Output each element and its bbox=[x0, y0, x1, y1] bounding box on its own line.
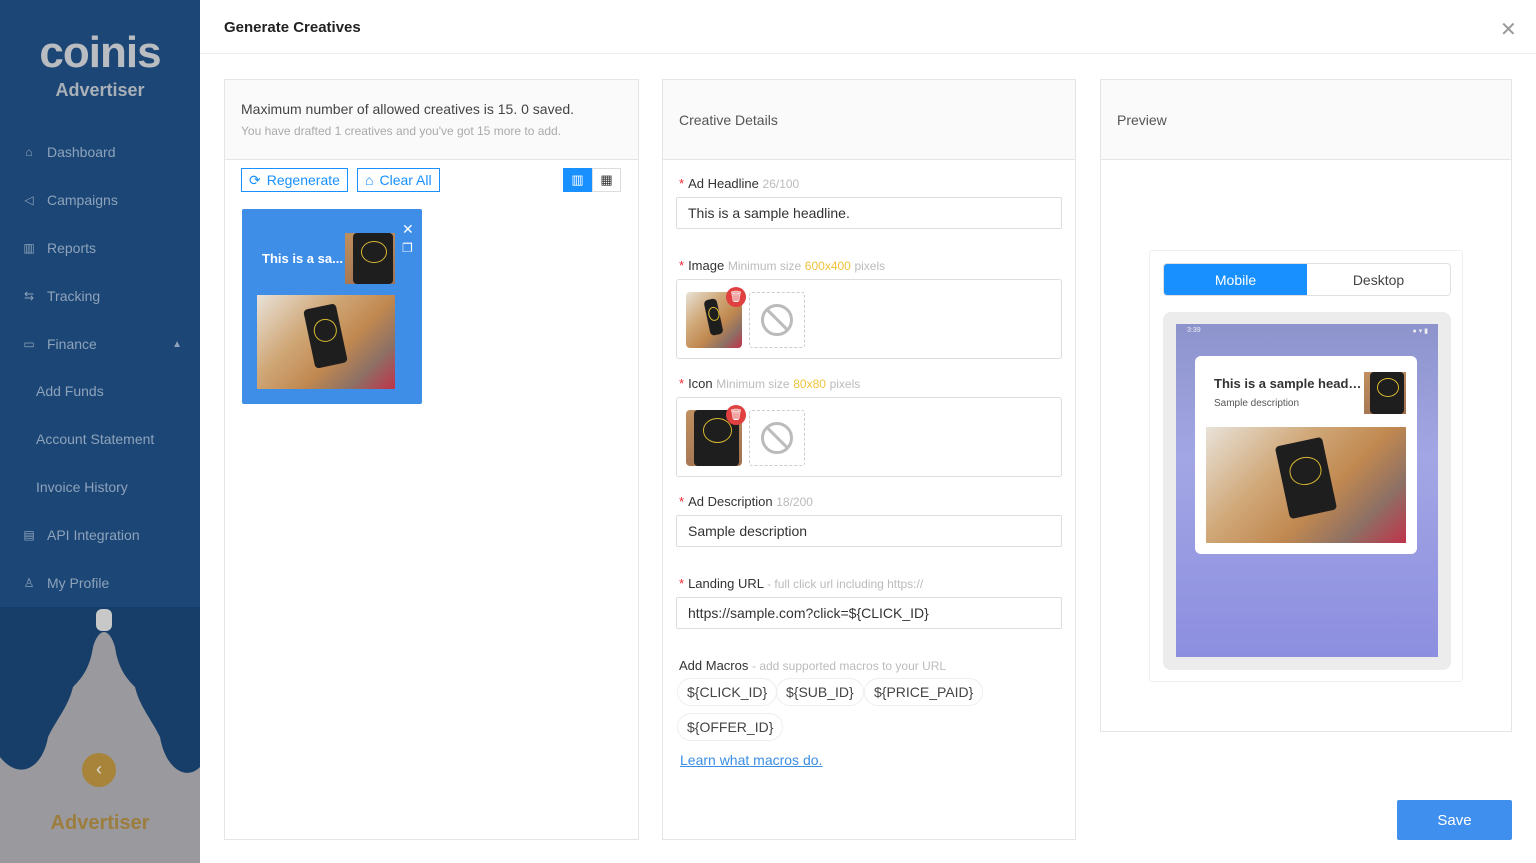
delete-icon-icon[interactable]: 🗑 bbox=[726, 405, 746, 425]
remove-creative-icon[interactable]: ✕ bbox=[402, 221, 414, 238]
phone-mockup: 3:39 ● ▾ ▮ This is a sample headline. Sam… bbox=[1163, 312, 1451, 670]
sidebar-item-label: Tracking bbox=[47, 288, 101, 304]
sidebar-item-api-integration[interactable]: ▤ API Integration bbox=[0, 511, 200, 559]
learn-macros-link[interactable]: Learn what macros do. bbox=[680, 752, 822, 768]
description-input[interactable]: Sample description bbox=[676, 515, 1062, 547]
grid-view-icon[interactable]: ▦ bbox=[592, 168, 621, 192]
wallet-icon: ▭ bbox=[23, 337, 35, 351]
macros-label: Add Macros - add supported macros to you… bbox=[679, 658, 947, 673]
preview-title: Preview bbox=[1101, 80, 1511, 160]
user-icon: ♙ bbox=[23, 576, 35, 590]
landing-url-label: * Landing URL - full click url including … bbox=[679, 576, 924, 591]
sidebar-item-label: Campaigns bbox=[47, 192, 118, 208]
image-label: * Image Minimum size 600x400 pixels bbox=[679, 258, 886, 273]
creatives-info: Maximum number of allowed creatives is 1… bbox=[225, 80, 638, 160]
status-bar: 3:39 ● ▾ ▮ bbox=[1187, 327, 1428, 335]
modal-title: Generate Creatives bbox=[224, 19, 361, 36]
ad-preview: This is a sample headline. Sample descri… bbox=[1195, 356, 1417, 554]
sidebar-item-label: Finance bbox=[47, 336, 97, 352]
header-divider bbox=[200, 53, 1536, 54]
landing-url-input[interactable]: https://sample.com?click=${CLICK_ID} bbox=[676, 597, 1062, 629]
sidebar-item-dashboard[interactable]: ⌂ Dashboard bbox=[0, 128, 200, 176]
sidebar-item-label: Account Statement bbox=[36, 431, 155, 447]
ad-preview-icon bbox=[1364, 372, 1406, 414]
sidebar-item-label: Dashboard bbox=[47, 144, 116, 160]
api-icon: ▤ bbox=[23, 528, 35, 542]
headline-input[interactable]: This is a sample headline. bbox=[676, 197, 1062, 229]
creative-details-panel: Creative Details * Ad Headline 26/100 Thi… bbox=[662, 79, 1076, 840]
close-icon[interactable]: ✕ bbox=[1500, 17, 1517, 42]
status-time: 3:39 bbox=[1187, 327, 1201, 334]
description-counter: 18/200 bbox=[776, 495, 813, 509]
creative-card-image bbox=[257, 295, 395, 389]
clear-all-label: Clear All bbox=[379, 172, 432, 188]
logo-subtitle: Advertiser bbox=[55, 80, 145, 100]
headline-counter: 26/100 bbox=[762, 177, 800, 191]
sidebar-item-label: API Integration bbox=[47, 527, 140, 543]
home-icon: ⌂ bbox=[25, 145, 33, 159]
disabled-icon bbox=[761, 304, 793, 336]
creative-card[interactable]: This is a sa... ✕ ❐ bbox=[242, 209, 422, 404]
macro-chip-click-id[interactable]: ${CLICK_ID} bbox=[677, 678, 778, 706]
preview-container: Mobile Desktop 3:39 ● ▾ ▮ This is a sampl… bbox=[1149, 250, 1463, 682]
list-view-icon[interactable]: ▥ bbox=[563, 168, 592, 192]
duplicate-creative-icon[interactable]: ❐ bbox=[402, 241, 413, 255]
sidebar-footer-label: Advertiser bbox=[50, 812, 150, 834]
logo: coinis bbox=[39, 28, 161, 77]
regenerate-button[interactable]: ⟳ Regenerate bbox=[241, 168, 348, 192]
sidebar-item-label: My Profile bbox=[47, 575, 110, 591]
megaphone-icon: ◁ bbox=[24, 193, 34, 207]
regenerate-label: Regenerate bbox=[266, 172, 340, 188]
delete-image-icon[interactable]: 🗑 bbox=[726, 287, 746, 307]
bar-chart-icon: ▥ bbox=[23, 241, 35, 255]
tab-desktop[interactable]: Desktop bbox=[1307, 264, 1450, 295]
sidebar-item-my-profile[interactable]: ♙ My Profile bbox=[0, 559, 200, 607]
sidebar-item-reports[interactable]: ▥ Reports bbox=[0, 224, 200, 272]
headline-label: * Ad Headline 26/100 bbox=[679, 176, 800, 191]
view-toggle: ▥ ▦ bbox=[563, 168, 621, 192]
sidebar-item-account-statement[interactable]: Account Statement bbox=[0, 415, 200, 463]
macro-chip-price-paid[interactable]: ${PRICE_PAID} bbox=[864, 678, 984, 706]
sidebar: coinis Advertiser ⌂ Dashboard ◁ Campaigns … bbox=[0, 0, 200, 863]
creatives-drafted-text: You have drafted 1 creatives and you've … bbox=[241, 124, 562, 138]
status-icons: ● ▾ ▮ bbox=[1412, 328, 1428, 335]
sidebar-item-finance[interactable]: ▭ Finance ▲ bbox=[0, 320, 200, 368]
macro-chip-sub-id[interactable]: ${SUB_ID} bbox=[776, 678, 864, 706]
image-upload: 🗑 bbox=[676, 279, 1062, 359]
clear-all-button[interactable]: ⌂ Clear All bbox=[357, 168, 440, 192]
sidebar-item-tracking[interactable]: ⇆ Tracking bbox=[0, 272, 200, 320]
sidebar-item-invoice-history[interactable]: Invoice History bbox=[0, 463, 200, 511]
preview-panel: Preview Mobile Desktop 3:39 ● ▾ ▮ This is… bbox=[1100, 79, 1512, 732]
collapse-sidebar-button[interactable]: ‹ bbox=[82, 753, 116, 787]
disabled-icon bbox=[761, 422, 793, 454]
broom-icon: ⌂ bbox=[365, 172, 374, 188]
image-upload-slot[interactable] bbox=[749, 292, 805, 348]
creatives-panel: Maximum number of allowed creatives is 1… bbox=[224, 79, 639, 840]
tab-mobile[interactable]: Mobile bbox=[1164, 264, 1307, 295]
chevron-up-icon: ▲ bbox=[172, 338, 182, 350]
icon-label: * Icon Minimum size 80x80 pixels bbox=[679, 376, 861, 391]
creative-card-headline: This is a sa... bbox=[262, 251, 343, 266]
phone-screen: 3:39 ● ▾ ▮ This is a sample headline. Sam… bbox=[1176, 324, 1438, 657]
save-button[interactable]: Save bbox=[1397, 800, 1512, 840]
sidebar-item-campaigns[interactable]: ◁ Campaigns bbox=[0, 176, 200, 224]
device-toggle: Mobile Desktop bbox=[1163, 263, 1451, 296]
creative-card-icon bbox=[345, 233, 395, 284]
ad-preview-headline: This is a sample headline. bbox=[1214, 376, 1364, 391]
macro-chip-offer-id[interactable]: ${OFFER_ID} bbox=[677, 713, 784, 741]
refresh-icon: ⟳ bbox=[249, 171, 261, 188]
icon-upload-slot[interactable] bbox=[749, 410, 805, 466]
chevron-left-icon: ‹ bbox=[96, 759, 102, 779]
creatives-limit-text: Maximum number of allowed creatives is 1… bbox=[241, 101, 575, 117]
ad-preview-image bbox=[1206, 427, 1406, 543]
description-label: * Ad Description 18/200 bbox=[679, 494, 813, 509]
ad-preview-description: Sample description bbox=[1214, 398, 1300, 409]
sidebar-item-label: Reports bbox=[47, 240, 97, 256]
swap-icon: ⇆ bbox=[23, 289, 35, 303]
sidebar-item-label: Invoice History bbox=[36, 479, 128, 495]
sidebar-item-label: Add Funds bbox=[36, 383, 104, 399]
icon-upload: 🗑 bbox=[676, 397, 1062, 477]
sidebar-item-add-funds[interactable]: Add Funds bbox=[0, 367, 200, 415]
creative-details-title: Creative Details bbox=[663, 80, 1075, 160]
